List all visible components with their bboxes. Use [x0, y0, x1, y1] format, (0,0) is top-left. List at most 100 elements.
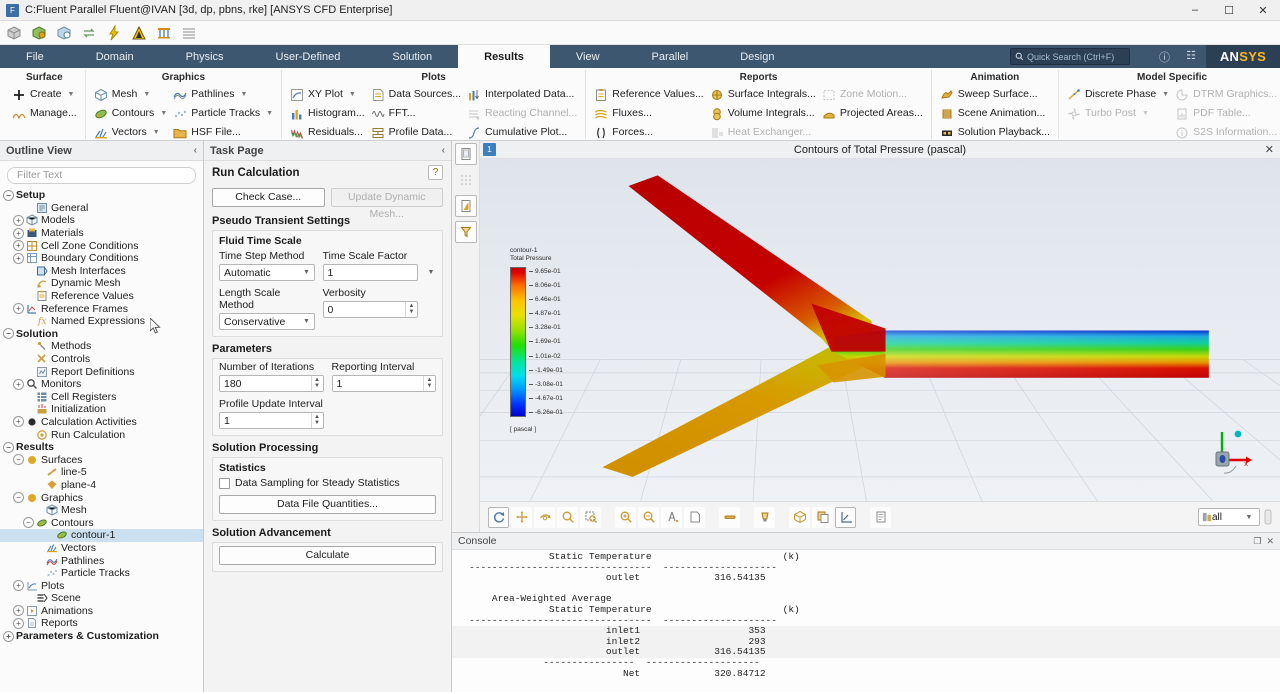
time-scale-factor-dropdown-icon[interactable]: ▼	[426, 264, 436, 281]
tree-expander-icon[interactable]: +	[13, 214, 24, 226]
mesh-quality-icon[interactable]	[31, 25, 47, 41]
ribbon-item-solution-playback[interactable]: Solution Playback...	[937, 124, 1053, 141]
data-sampling-row[interactable]: Data Sampling for Steady Statistics	[219, 477, 436, 489]
data-sampling-checkbox[interactable]	[219, 477, 230, 489]
ribbon-item-xy-plot[interactable]: XY Plot ▼	[287, 86, 368, 103]
maximize-button[interactable]: ☐	[1212, 0, 1246, 21]
axis-triad[interactable]: x	[1200, 418, 1254, 476]
fit-to-window-icon[interactable]	[661, 506, 682, 528]
tree-node-mesh-interfaces[interactable]: Mesh Interfaces	[0, 265, 203, 278]
ribbon-item-vectors[interactable]: Vectors ▼	[91, 124, 171, 141]
tree-node-vectors[interactable]: Vectors	[0, 542, 203, 555]
profile-update-interval-stepper[interactable]: 1 ▲ ▼	[219, 412, 324, 429]
tab-file[interactable]: File	[0, 45, 70, 68]
graphics-window-icon[interactable]	[454, 143, 477, 165]
graphics-viewport[interactable]: contour-1 Total Pressure 9.65e-01 8.06e-0…	[480, 159, 1280, 501]
ribbon-item-residuals[interactable]: Residuals...	[287, 124, 368, 141]
tree-node-dynamic-mesh[interactable]: Dynamic Mesh	[0, 277, 203, 290]
ribbon-item-particle-tracks[interactable]: Particle Tracks ▼	[170, 105, 276, 122]
tree-node-pathlines[interactable]: Pathlines	[0, 554, 203, 567]
lighting-icon[interactable]	[754, 506, 775, 528]
time-scale-factor-input[interactable]: 1	[322, 264, 418, 281]
chevron-down-icon[interactable]: ▼	[1162, 91, 1169, 98]
tree-node-particle-tracks[interactable]: Particle Tracks	[0, 567, 203, 580]
chevron-down-icon[interactable]: ▼	[143, 91, 150, 98]
ribbon-item-reference-values[interactable]: Reference Values...	[591, 86, 706, 103]
spinner-buttons[interactable]: ▲ ▼	[405, 302, 417, 317]
number-of-iterations-stepper[interactable]: 180 ▲ ▼	[219, 375, 324, 392]
ribbon-item-hsf-file[interactable]: HSF File...	[170, 124, 276, 141]
tree-node-animations[interactable]: + Animations	[0, 605, 203, 618]
funnel-filter-icon[interactable]	[454, 221, 477, 243]
spinner-buttons[interactable]: ▲ ▼	[310, 413, 323, 428]
tab-user-defined[interactable]: User-Defined	[250, 45, 367, 68]
data-file-quantities-button[interactable]: Data File Quantities...	[219, 495, 436, 514]
collapse-icon[interactable]: ‹	[194, 145, 197, 156]
pan-icon[interactable]	[511, 506, 532, 528]
ansys-workbench-icon[interactable]	[131, 25, 147, 41]
tree-expander-icon[interactable]: +	[13, 240, 24, 252]
tree-expander-icon[interactable]: −	[13, 492, 24, 504]
tree-node-results[interactable]: − Results	[0, 441, 203, 454]
legend-icon[interactable]	[870, 506, 891, 528]
verbosity-stepper[interactable]: 0 ▲ ▼	[322, 301, 418, 318]
help-icon[interactable]: ⓘ	[1159, 49, 1170, 65]
tab-physics[interactable]: Physics	[160, 45, 250, 68]
tree-expander-icon[interactable]: −	[23, 517, 34, 529]
chevron-down-icon[interactable]: ▼	[1242, 514, 1256, 521]
tree-node-report-definitions[interactable]: Report Definitions	[0, 365, 203, 378]
transfer-icon[interactable]	[81, 25, 97, 41]
ribbon-item-histogram[interactable]: Histogram...	[287, 105, 368, 122]
collapse-icon[interactable]: ‹	[442, 145, 445, 156]
mesh-info-icon[interactable]	[56, 25, 72, 41]
tab-view[interactable]: View	[550, 45, 626, 68]
tree-node-cell-registers[interactable]: Cell Registers	[0, 391, 203, 404]
orientation-cube-icon[interactable]	[789, 506, 810, 528]
tab-results[interactable]: Results	[458, 45, 550, 68]
ribbon-item-manage-surface[interactable]: Manage...	[9, 105, 80, 122]
ribbon-item-fluxes[interactable]: Fluxes...	[591, 105, 706, 122]
calculate-button[interactable]: Calculate	[219, 546, 436, 565]
chevron-down-icon[interactable]: ▼	[240, 91, 247, 98]
refresh-view-icon[interactable]	[488, 506, 509, 528]
tree-expander-icon[interactable]: +	[13, 605, 24, 617]
time-step-method-select[interactable]: Automatic ▼	[219, 264, 315, 281]
ribbon-item-interpolated-data[interactable]: Interpolated Data...	[464, 86, 580, 103]
reset-view-icon[interactable]	[684, 506, 705, 528]
ribbon-item-pathlines[interactable]: Pathlines ▼	[170, 86, 276, 103]
console-close-icon[interactable]: ✕	[1266, 536, 1274, 547]
ribbon-item-fft[interactable]: FFT...	[368, 105, 464, 122]
tree-node-monitors[interactable]: + Monitors	[0, 378, 203, 391]
tree-node-surfaces[interactable]: − Surfaces	[0, 453, 203, 466]
close-icon[interactable]: ✕	[1265, 143, 1274, 156]
tree-node-line-5[interactable]: line-5	[0, 466, 203, 479]
zoom-out-icon[interactable]	[638, 506, 659, 528]
chevron-down-icon[interactable]: ▼	[349, 91, 356, 98]
panel-layout-icon[interactable]: ☷	[1186, 49, 1196, 62]
tree-node-solution[interactable]: − Solution	[0, 328, 203, 341]
ruler-icon[interactable]	[719, 506, 740, 528]
spinner-buttons[interactable]: ▲ ▼	[310, 376, 323, 391]
mesh-display-icon[interactable]	[6, 25, 22, 41]
ribbon-item-profile-data[interactable]: Profile Data...	[368, 124, 464, 141]
tree-node-initialization[interactable]: Initialization	[0, 403, 203, 416]
tree-node-graphics[interactable]: − Graphics	[0, 491, 203, 504]
tree-expander-icon[interactable]: +	[13, 252, 24, 264]
tree-node-mesh[interactable]: Mesh	[0, 504, 203, 517]
ribbon-item-mesh[interactable]: Mesh ▼	[91, 86, 171, 103]
tab-design[interactable]: Design	[714, 45, 800, 68]
reporting-interval-stepper[interactable]: 1 ▲ ▼	[331, 375, 436, 392]
tree-node-controls[interactable]: Controls	[0, 353, 203, 366]
rotate-icon[interactable]	[534, 506, 555, 528]
tree-node-contours[interactable]: − Contours	[0, 516, 203, 529]
table-icon[interactable]	[181, 25, 197, 41]
ribbon-item-create[interactable]: Create ▼	[9, 86, 80, 103]
results-icon[interactable]	[156, 25, 172, 41]
zoom-to-box-icon[interactable]	[580, 506, 601, 528]
chevron-down-icon[interactable]: ▼	[300, 318, 314, 325]
tree-node-methods[interactable]: Methods	[0, 340, 203, 353]
tree-node-plots[interactable]: + Plots	[0, 579, 203, 592]
ribbon-item-data-sources[interactable]: Data Sources...	[368, 86, 464, 103]
tree-expander-icon[interactable]: −	[3, 189, 14, 201]
panel-resize-handle[interactable]	[1264, 507, 1272, 527]
